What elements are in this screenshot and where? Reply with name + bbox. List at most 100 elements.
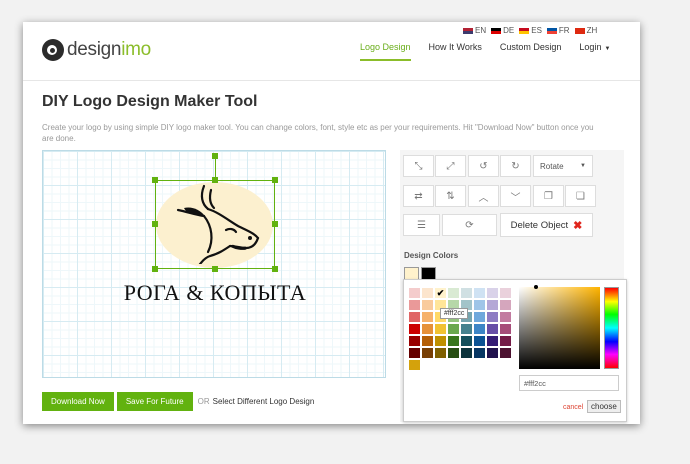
palette-swatch[interactable]: [500, 312, 511, 322]
palette-swatch[interactable]: [409, 300, 420, 310]
nav-logo-design[interactable]: Logo Design: [360, 42, 411, 61]
palette-swatch[interactable]: [422, 312, 433, 322]
design-colors-label: Design Colors: [404, 251, 459, 260]
palette-swatch[interactable]: [409, 336, 420, 346]
palette-swatch[interactable]: [422, 288, 433, 298]
lang-de[interactable]: DE: [491, 26, 514, 35]
nav-how-it-works[interactable]: How It Works: [429, 42, 482, 61]
logo-text[interactable]: РОГА & КОПЫТА: [43, 280, 387, 306]
choose-button[interactable]: choose: [587, 400, 621, 413]
or-label: OR: [197, 397, 210, 406]
resize-handle-tl[interactable]: [152, 177, 158, 183]
palette-swatch[interactable]: [448, 324, 459, 334]
bring-forward-icon[interactable]: ❐: [533, 185, 564, 207]
palette-swatch[interactable]: [422, 300, 433, 310]
resize-handle-mr[interactable]: [272, 221, 278, 227]
palette-swatch[interactable]: [409, 312, 420, 322]
resize-handle-tc[interactable]: [212, 177, 218, 183]
palette-swatch[interactable]: [422, 324, 433, 334]
hue-slider[interactable]: [604, 287, 619, 369]
resize-handle-ml[interactable]: [152, 221, 158, 227]
palette-swatch[interactable]: [461, 288, 472, 298]
palette-swatch[interactable]: [435, 348, 446, 358]
palette-swatch[interactable]: [474, 348, 485, 358]
palette-swatch[interactable]: [474, 336, 485, 346]
palette-swatch[interactable]: [409, 324, 420, 334]
palette-swatch[interactable]: [448, 288, 459, 298]
design-canvas[interactable]: РОГА & КОПЫТА: [42, 150, 386, 378]
cancel-link[interactable]: cancel: [563, 404, 583, 411]
palette-swatch[interactable]: [487, 324, 498, 334]
move-up-icon[interactable]: ︿: [468, 185, 499, 207]
lang-en[interactable]: EN: [463, 26, 486, 35]
rotate-handle[interactable]: [212, 153, 218, 159]
delete-object-button[interactable]: Delete Object ✖: [500, 213, 593, 237]
shrink-icon[interactable]: ⤡: [403, 155, 434, 177]
resize-handle-bl[interactable]: [152, 266, 158, 272]
save-for-future-button[interactable]: Save For Future: [116, 392, 193, 411]
lang-zh[interactable]: ZH: [574, 26, 597, 35]
palette-swatch[interactable]: [461, 348, 472, 358]
refresh-icon[interactable]: ⟳: [442, 214, 497, 236]
palette-swatch[interactable]: [461, 324, 472, 334]
palette-swatch[interactable]: [500, 300, 511, 310]
palette-swatch[interactable]: [474, 324, 485, 334]
palette-swatch[interactable]: [474, 312, 485, 322]
nav-custom-design[interactable]: Custom Design: [500, 42, 562, 61]
lang-es[interactable]: ES: [519, 26, 542, 35]
palette-swatch[interactable]: [487, 288, 498, 298]
palette-swatch[interactable]: [487, 336, 498, 346]
resize-handle-tr[interactable]: [272, 177, 278, 183]
move-down-icon[interactable]: ﹀: [500, 185, 531, 207]
nav-login[interactable]: Login ▼: [579, 42, 610, 61]
flip-horizontal-icon[interactable]: ⇄: [403, 185, 434, 207]
align-center-icon[interactable]: ☰: [403, 214, 440, 236]
lang-code: EN: [475, 26, 487, 35]
palette-swatch-selected[interactable]: ✔: [435, 288, 446, 298]
send-backward-icon[interactable]: ❏: [565, 185, 596, 207]
color-palette: ✔: [409, 288, 511, 370]
flip-vertical-icon[interactable]: ⇅: [435, 185, 466, 207]
palette-swatch[interactable]: [448, 336, 459, 346]
action-buttons: Download Now Save For Future OR Select D…: [42, 392, 314, 411]
designimo-logo[interactable]: designimo: [42, 39, 151, 61]
rotate-right-icon[interactable]: ↻: [500, 155, 531, 177]
language-switcher: EN DE ES FR ZH: [463, 26, 597, 35]
palette-swatch[interactable]: [409, 348, 420, 358]
palette-swatch[interactable]: [435, 324, 446, 334]
rotate-select[interactable]: Rotate ▼: [533, 155, 593, 177]
palette-swatch[interactable]: [500, 288, 511, 298]
page-title: DIY Logo Design Maker Tool: [42, 93, 258, 110]
saturation-value-area[interactable]: [519, 287, 600, 369]
flag-icon: [491, 27, 502, 34]
hex-color-input[interactable]: #fff2cc: [519, 375, 619, 391]
palette-swatch[interactable]: [474, 288, 485, 298]
palette-swatch[interactable]: [461, 336, 472, 346]
expand-icon[interactable]: ⤢: [435, 155, 466, 177]
palette-swatch[interactable]: [500, 336, 511, 346]
palette-swatch[interactable]: [500, 324, 511, 334]
palette-swatch[interactable]: [409, 360, 420, 370]
palette-swatch[interactable]: [422, 348, 433, 358]
brand-part2: imo: [121, 39, 151, 60]
lang-fr[interactable]: FR: [546, 26, 570, 35]
resize-handle-br[interactable]: [272, 266, 278, 272]
palette-swatch[interactable]: [409, 288, 420, 298]
palette-swatch[interactable]: [435, 336, 446, 346]
palette-swatch[interactable]: [500, 348, 511, 358]
main-nav: Logo Design How It Works Custom Design L…: [360, 42, 628, 61]
palette-swatch[interactable]: [487, 300, 498, 310]
palette-swatch[interactable]: [487, 348, 498, 358]
resize-handle-bc[interactable]: [212, 266, 218, 272]
flag-icon: [574, 27, 585, 34]
palette-swatch[interactable]: [422, 336, 433, 346]
lang-code: DE: [503, 26, 515, 35]
palette-swatch[interactable]: [474, 300, 485, 310]
color-cursor[interactable]: [534, 285, 538, 289]
select-different-logo-link[interactable]: Select Different Logo Design: [213, 397, 315, 406]
download-now-button[interactable]: Download Now: [42, 392, 114, 411]
rotate-left-icon[interactable]: ↺: [468, 155, 499, 177]
palette-swatch[interactable]: [487, 312, 498, 322]
flag-icon: [546, 27, 557, 34]
palette-swatch[interactable]: [448, 348, 459, 358]
